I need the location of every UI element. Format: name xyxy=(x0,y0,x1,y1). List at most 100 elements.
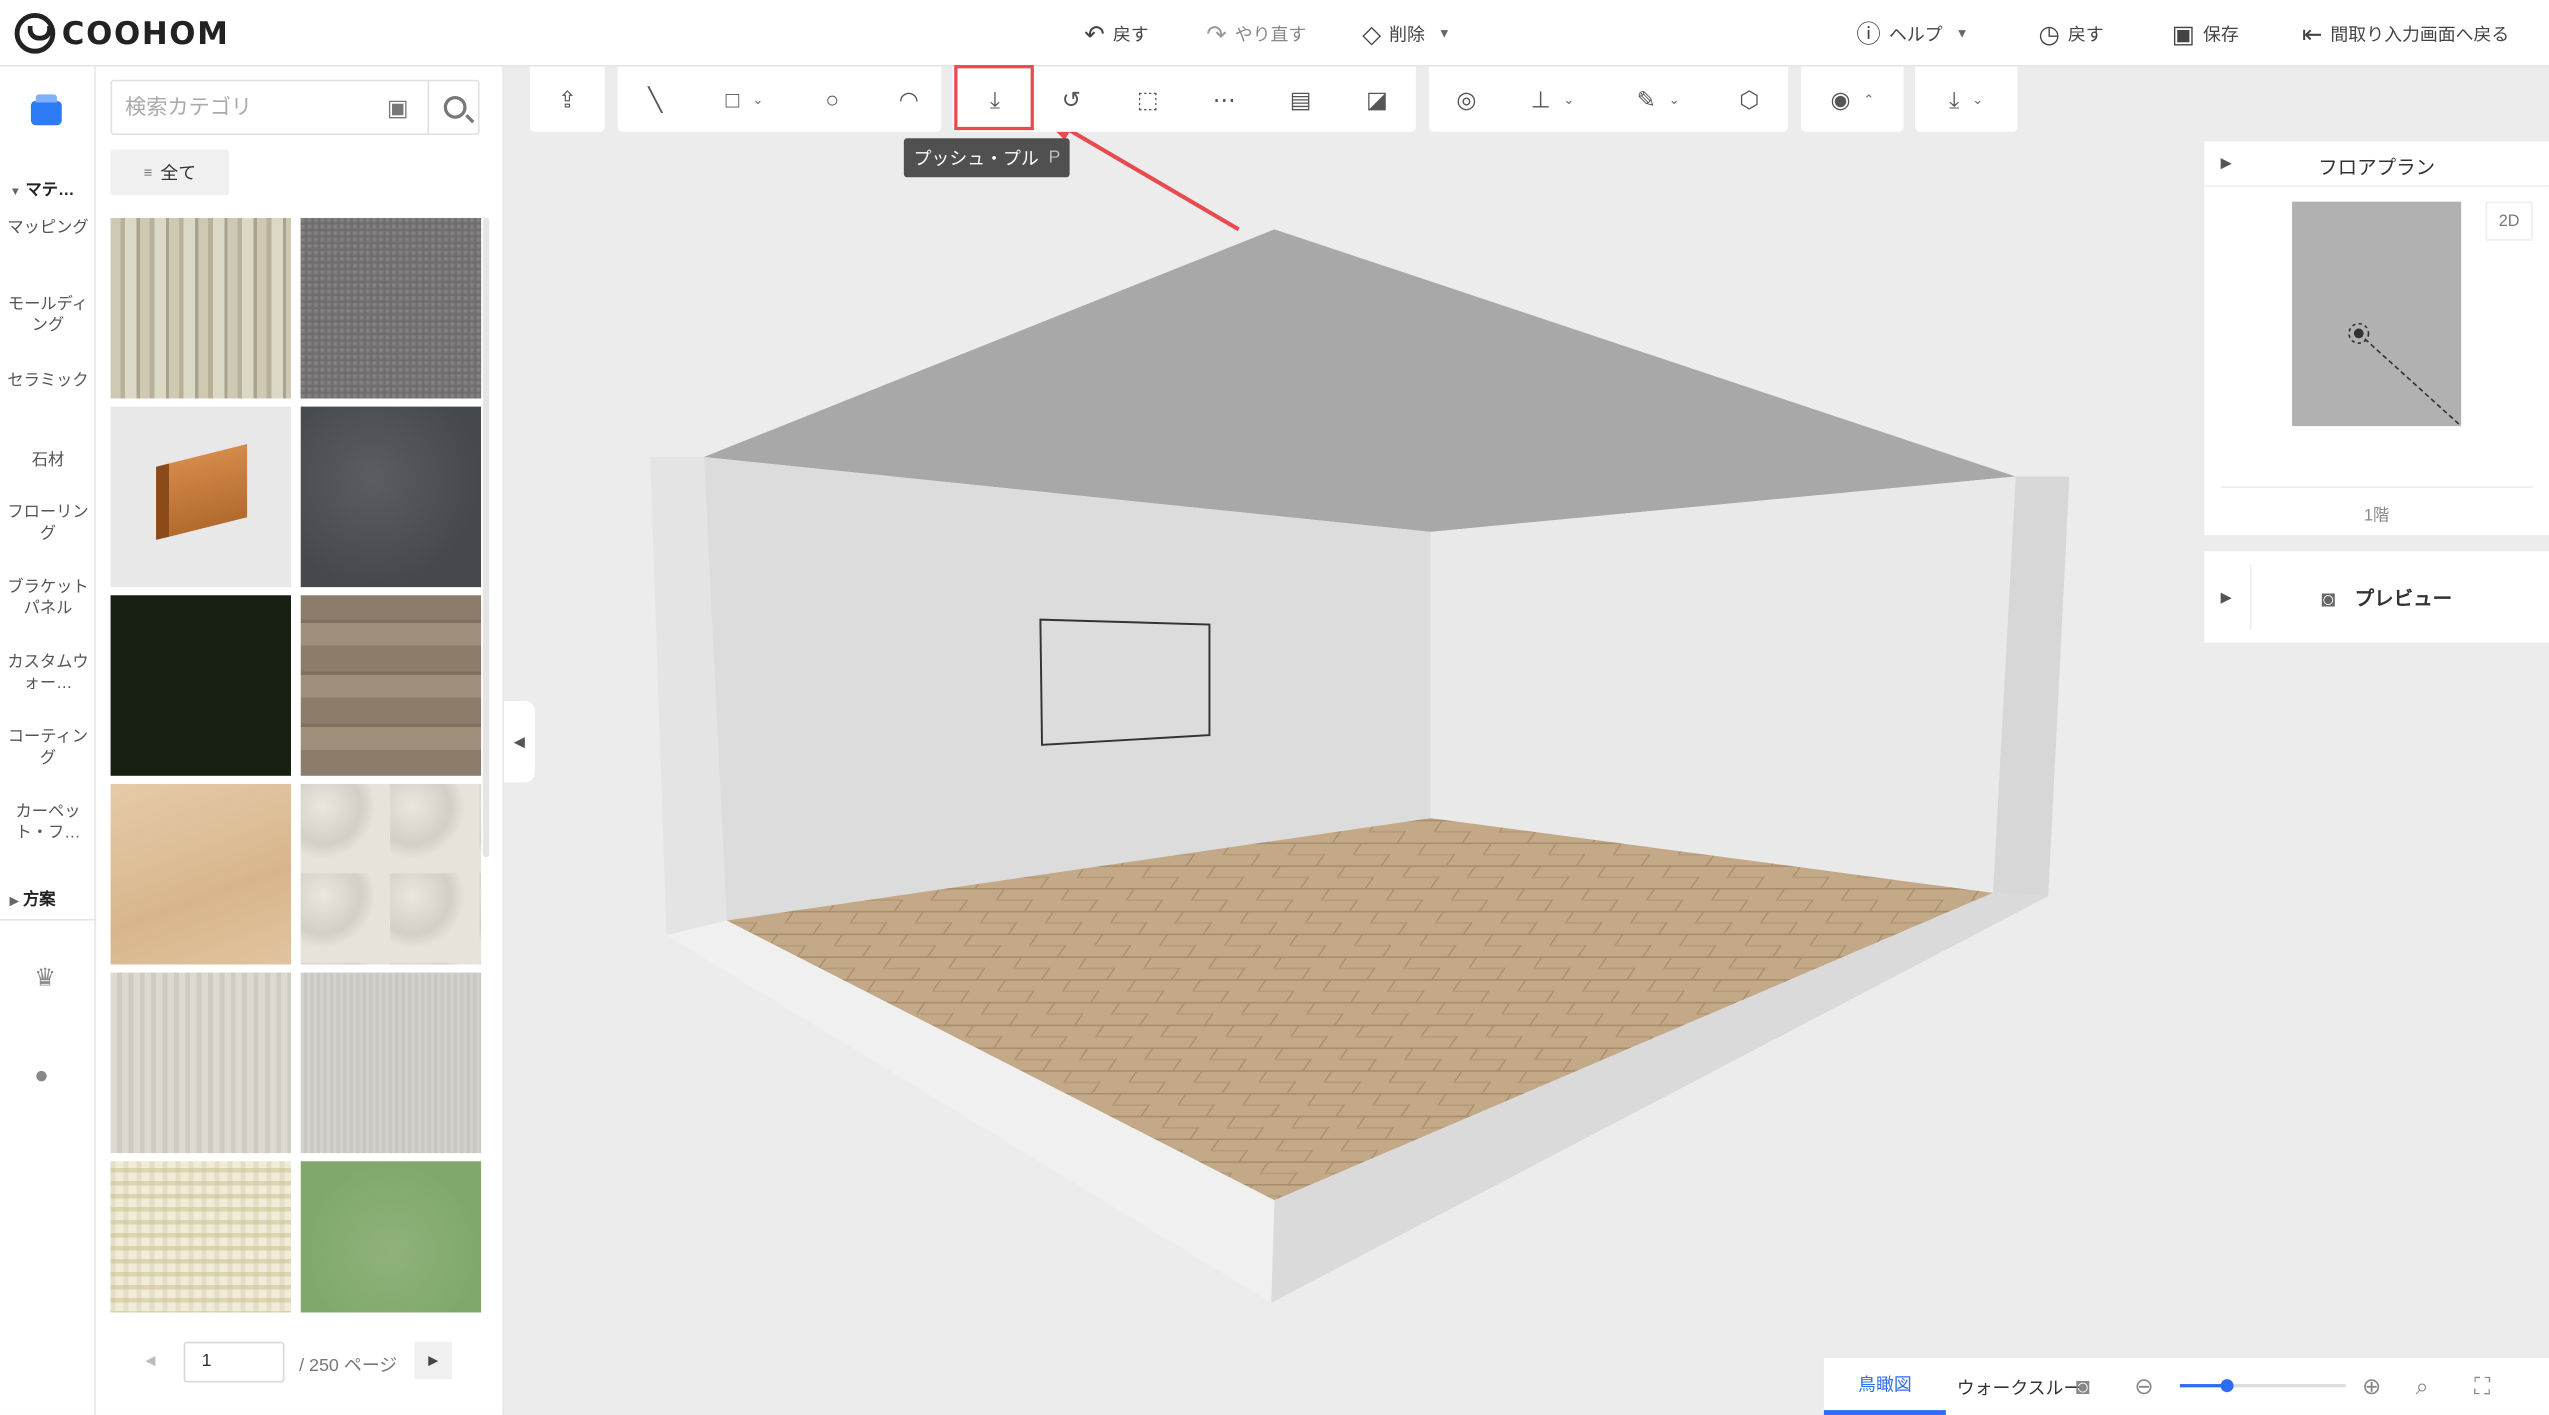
follow-me-icon[interactable]: ↺ xyxy=(1047,75,1096,124)
rail-item-ceramic[interactable]: セラミック xyxy=(3,371,92,392)
material-tile[interactable] xyxy=(110,783,291,965)
floor-label[interactable]: 1階 xyxy=(2204,501,2549,525)
clock-icon: ◷ xyxy=(2038,20,2060,48)
help-button[interactable]: ⓘ ヘルプ ▼ xyxy=(1856,0,1968,67)
material-tile[interactable] xyxy=(110,595,291,776)
material-tile[interactable] xyxy=(110,217,291,399)
zoom-handle[interactable] xyxy=(2220,1379,2234,1393)
arc-icon[interactable]: ◠ xyxy=(884,75,933,124)
logo-text: COOHOM xyxy=(61,15,230,52)
filter-all-button[interactable]: ≡ 全て xyxy=(110,149,230,196)
delete-button[interactable]: ◇ 削除 ▼ xyxy=(1362,0,1451,67)
rail-section-label: 方案 xyxy=(23,891,56,910)
chevron-down-icon: ⌄ xyxy=(1668,91,1680,107)
fullscreen-icon[interactable]: ⛶ xyxy=(2474,1373,2490,1401)
user-icon[interactable]: ● xyxy=(34,1062,49,1090)
rectangle-icon[interactable]: □ ⌄ xyxy=(712,75,777,124)
material-tile[interactable] xyxy=(300,783,482,965)
view-2d-toggle[interactable]: 2D xyxy=(2485,201,2533,241)
material-tile[interactable] xyxy=(300,972,482,1154)
collapse-icon[interactable]: ▶ xyxy=(2221,589,2234,607)
material-tile[interactable] xyxy=(110,972,291,1154)
floorplan-minimap[interactable] xyxy=(2292,201,2462,427)
rail-item-custom-wall[interactable]: カスタムウォー… xyxy=(3,652,92,694)
zoom-out-icon[interactable]: ⊖ xyxy=(2134,1373,2153,1401)
material-tile[interactable] xyxy=(110,1161,291,1313)
line-icon[interactable]: ╲ xyxy=(631,75,680,124)
material-tile[interactable] xyxy=(110,406,291,588)
material-brush-icon[interactable]: ✎ ⌄ xyxy=(1624,75,1692,124)
chevron-down-icon: ▼ xyxy=(1955,26,1969,41)
materials-icon[interactable] xyxy=(30,94,62,126)
rail-item-mapping[interactable]: マッピング xyxy=(3,218,92,239)
camera-icon: ◙ xyxy=(2321,584,2336,611)
rail-divider xyxy=(0,918,95,921)
tooltip-label: プッシュ・プル xyxy=(913,149,1039,170)
material-tile[interactable] xyxy=(300,217,482,399)
filter-all-label: 全て xyxy=(160,164,197,184)
tab-birds-eye[interactable]: 鳥瞰図 xyxy=(1823,1358,1946,1415)
view-bar: 鳥瞰図 ウォークスルー ◙ ⊖ ⊕ ⌕ ⛶ xyxy=(1823,1358,2549,1415)
chevron-up-icon: ⌃ xyxy=(1863,91,1875,107)
history-button[interactable]: ◷ 戻す xyxy=(2039,0,2104,67)
redo-label: やり直す xyxy=(1234,25,1307,45)
page-input[interactable]: 1 xyxy=(183,1341,285,1383)
undo-button[interactable]: ↶ 戻す xyxy=(1084,0,1148,67)
material-tile[interactable] xyxy=(300,406,482,588)
save-button[interactable]: ▣ 保存 xyxy=(2172,0,2239,67)
molding-preview xyxy=(156,444,248,540)
component-icon[interactable]: ⬡ xyxy=(1725,75,1774,124)
save-label: 保存 xyxy=(2202,25,2239,45)
search-input[interactable] xyxy=(125,94,370,119)
floorplan-title: フロアプラン xyxy=(2318,156,2436,179)
material-tile[interactable] xyxy=(300,1161,482,1313)
align-icon[interactable]: ⊥ ⌄ xyxy=(1518,75,1586,124)
rail-section-plans[interactable]: ▶ 方案 xyxy=(10,885,56,909)
preview-panel[interactable]: ▶ ◙ プレビュー xyxy=(2204,551,2549,643)
zoom-in-icon[interactable]: ⊕ xyxy=(2362,1373,2381,1401)
pagination: ◀ 1 / 250 ページ ▶ xyxy=(132,1341,457,1384)
upload-icon[interactable]: ⇪ xyxy=(530,75,605,124)
save-icon: ▣ xyxy=(2171,20,2195,48)
crown-icon[interactable]: ♛ xyxy=(34,963,56,992)
panel-icon[interactable]: ▤ xyxy=(1276,75,1325,124)
chevron-down-icon: ⌄ xyxy=(752,91,764,107)
download-icon[interactable]: ⤓ ⌄ xyxy=(1925,75,2008,124)
redo-button[interactable]: ↷ やり直す xyxy=(1206,0,1306,67)
visibility-icon[interactable]: ◉ ⌃ xyxy=(1811,75,1894,124)
next-page-button[interactable]: ▶ xyxy=(414,1341,452,1380)
divider xyxy=(2220,486,2533,488)
zoom-fit-icon[interactable]: ⌕ xyxy=(2416,1373,2429,1401)
rail-item-stone[interactable]: 石材 xyxy=(3,451,92,472)
rail-item-coating[interactable]: コーティング xyxy=(3,727,92,769)
scrollbar[interactable] xyxy=(482,217,490,858)
material-tile[interactable] xyxy=(300,595,482,776)
rail-item-bracket-panel[interactable]: ブラケットパネル xyxy=(3,577,92,619)
rail-item-molding[interactable]: モールディング xyxy=(3,294,92,336)
preview-title: プレビュー xyxy=(2354,587,2453,610)
offset-icon[interactable]: ⬚ xyxy=(1123,75,1172,124)
split-icon[interactable]: ◪ xyxy=(1352,75,1401,124)
screenshot-icon[interactable]: ◙ xyxy=(2076,1373,2090,1399)
circle-icon[interactable]: ○ xyxy=(808,75,857,124)
collapse-panel-button[interactable]: ◀ xyxy=(503,700,535,783)
prev-page-button[interactable]: ◀ xyxy=(132,1342,169,1379)
list-icon: ≡ xyxy=(143,164,153,181)
logo-icon xyxy=(14,13,56,54)
back-to-floorplan-button[interactable]: ⇤ 間取り入力画面へ戻る xyxy=(2302,0,2509,67)
camera-search-icon[interactable]: ▣ xyxy=(387,94,409,122)
camera-orbit-icon[interactable]: ◎ xyxy=(1442,75,1491,124)
rail-section-materials[interactable]: ▼ マテ… xyxy=(10,176,75,200)
array-icon[interactable]: ⋯ xyxy=(1200,75,1249,124)
tool-group-upload: ⇪ xyxy=(529,66,605,132)
redo-icon: ↷ xyxy=(1206,20,1227,48)
zoom-slider[interactable] xyxy=(2179,1379,2346,1393)
search-button[interactable] xyxy=(427,81,482,134)
tab-walkthrough[interactable]: ウォークスルー xyxy=(1957,1358,2082,1415)
tool-group-visibility: ◉ ⌃ xyxy=(1801,66,1904,132)
rail-item-flooring[interactable]: フローリング xyxy=(3,503,92,545)
caret-right-icon: ▶ xyxy=(9,896,19,908)
preview-button[interactable]: ◙ プレビュー xyxy=(2321,584,2452,612)
rail-item-carpet[interactable]: カーペット・フ… xyxy=(3,802,92,844)
minimap-drawing xyxy=(2348,322,2462,427)
